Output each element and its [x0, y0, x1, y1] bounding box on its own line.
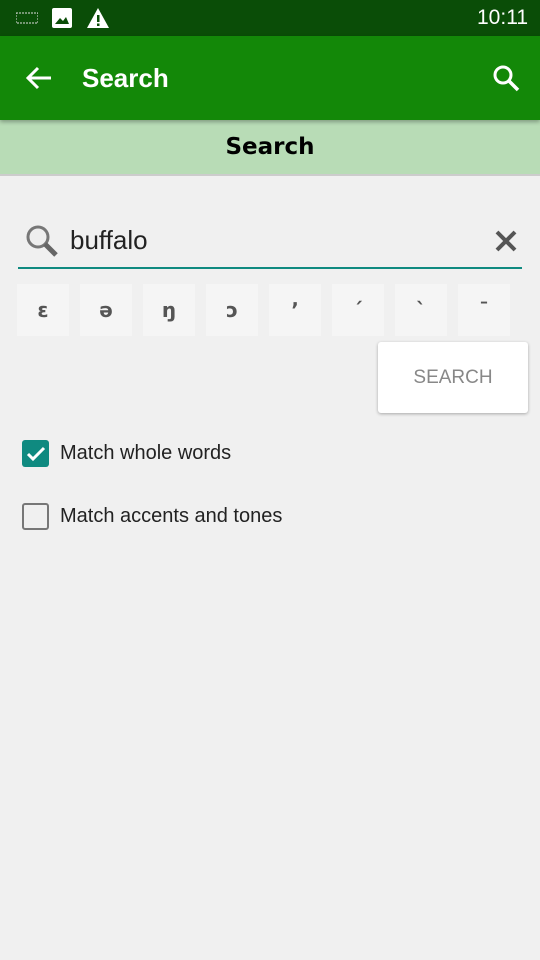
section-header: Search [0, 120, 540, 176]
char-button[interactable]: ˉ [458, 284, 510, 336]
checkbox-label: Match accents and tones [60, 505, 283, 527]
magnifier-icon [26, 225, 58, 257]
char-button[interactable]: ɔ [206, 284, 258, 336]
clear-icon[interactable] [494, 229, 518, 253]
char-button[interactable]: ŋ [143, 284, 195, 336]
match-whole-words-checkbox[interactable]: Match whole words [22, 440, 231, 467]
checkbox-unchecked-icon[interactable] [22, 503, 49, 530]
app-bar: Search [0, 36, 540, 120]
special-char-row: ɛ ə ŋ ɔ ʼ ˊ ˋ ˉ [17, 284, 510, 336]
checkbox-label: Match whole words [60, 442, 232, 464]
char-button[interactable]: ˊ [332, 284, 384, 336]
char-button[interactable]: ˋ [395, 284, 447, 336]
search-input[interactable] [70, 225, 494, 256]
page-title: Search [82, 62, 169, 93]
search-icon[interactable] [492, 64, 520, 92]
clock: 10:11 [477, 6, 528, 29]
char-button[interactable]: ə [80, 284, 132, 336]
arrow-back-icon[interactable] [26, 66, 52, 90]
checkbox-checked-icon[interactable] [22, 440, 49, 467]
search-field [18, 214, 522, 269]
keyboard-icon [16, 12, 38, 24]
status-bar: 10:11 [0, 0, 540, 36]
warning-icon [87, 8, 109, 28]
search-button[interactable]: SEARCH [378, 342, 528, 413]
match-accents-checkbox[interactable]: Match accents and tones [22, 503, 282, 530]
image-icon [52, 8, 72, 28]
char-button[interactable]: ʼ [269, 284, 321, 336]
char-button[interactable]: ɛ [17, 284, 69, 336]
